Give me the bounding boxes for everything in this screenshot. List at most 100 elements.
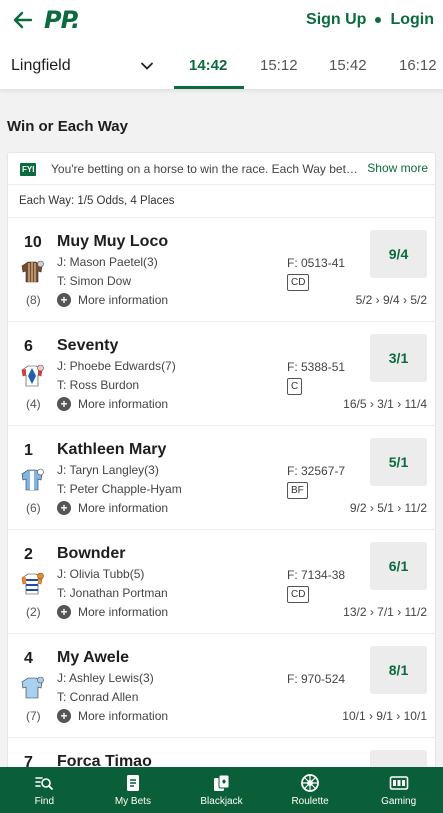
price-movement: 5/2 › 9/4 › 5/2	[355, 293, 427, 307]
price-movement: 9/2 › 5/1 › 11/2	[349, 501, 427, 515]
runner-badge: BF	[287, 482, 308, 499]
jockey-name: J: Taryn Langley(3)	[57, 463, 159, 477]
more-information-label: More information	[78, 293, 169, 307]
nav-gaming[interactable]: Gaming	[354, 767, 443, 813]
brand-logo[interactable]: PP.	[44, 6, 80, 34]
race-selector: Lingfield 14:42 15:12 15:42 16:12	[0, 42, 443, 90]
nav-label: Roulette	[291, 796, 329, 807]
trainer-name: T: Conrad Allen	[57, 690, 139, 704]
odds-value: 3/1	[388, 350, 409, 366]
runner-number: 2	[24, 546, 33, 563]
trainer-name: T: Simon Dow	[57, 274, 132, 288]
chevron-down-icon[interactable]	[140, 59, 154, 73]
nav-find[interactable]: Find	[0, 767, 89, 813]
roulette-wheel-icon	[301, 774, 319, 792]
nav-blackjack[interactable]: Blackjack	[177, 767, 266, 813]
runner-form: F: 0513-41	[287, 256, 346, 270]
runner-draw: (7)	[26, 709, 41, 723]
runner-form: F: 5388-51	[287, 360, 346, 374]
more-information-label: More information	[78, 605, 169, 619]
odds-button[interactable]: 5/1	[370, 438, 427, 486]
runner-row: 10 (8) Muy Muy Loco J: Mason Paetel(3) T…	[8, 218, 435, 322]
brand-logo-text: PP	[44, 6, 72, 34]
horse-name: Bownder	[57, 545, 126, 562]
odds-value: 9/4	[388, 246, 409, 262]
bet-slip-icon	[126, 775, 139, 791]
separator-dot	[375, 17, 382, 23]
app-root: PP. Sign Up Login Lingfield 14:42 15:12 …	[0, 0, 443, 813]
sign-up-link[interactable]: Sign Up	[306, 11, 366, 29]
odds-value: 5/1	[388, 454, 409, 470]
login-link[interactable]: Login	[390, 11, 434, 29]
runner-form: F: 7134-38	[287, 568, 346, 582]
active-tab-indicator	[174, 86, 244, 89]
odds-value: 6/1	[388, 558, 409, 574]
runner-number: 4	[24, 650, 33, 667]
jockey-silk-icon	[21, 676, 44, 699]
nav-label: Blackjack	[200, 796, 243, 807]
runner-badge: CD	[287, 274, 310, 291]
jockey-name: J: Ashley Lewis(3)	[57, 671, 154, 685]
runner-form: F: 32567-7	[287, 464, 346, 478]
fyi-badge: FYI	[20, 163, 37, 176]
fyi-text: You're betting on a horse to win the rac…	[51, 162, 363, 176]
horse-name: My Awele	[57, 649, 130, 666]
trainer-name: T: Peter Chapple-Hyam	[57, 482, 182, 496]
back-arrow-icon[interactable]	[12, 9, 34, 31]
tab-race-time[interactable]: 15:12	[260, 57, 298, 74]
plus-circle-icon: +	[57, 709, 71, 723]
jockey-name: J: Mason Paetel(3)	[57, 255, 158, 269]
bottom-navigation: Find My Bets Blackjack Roulette Gaming	[0, 767, 443, 813]
each-way-terms: Each Way: 1/5 Odds, 4 Places	[19, 195, 175, 207]
tab-race-time[interactable]: 16:12	[399, 57, 437, 74]
horse-name: Seventy	[57, 337, 119, 354]
runner-draw: (2)	[26, 605, 41, 619]
runner-form: F: 970-524	[287, 672, 346, 686]
odds-button[interactable]: 8/1	[370, 646, 427, 694]
horse-name: Muy Muy Loco	[57, 233, 169, 250]
nav-label: Find	[34, 796, 55, 807]
jockey-silk-icon	[21, 468, 44, 491]
show-more-link[interactable]: Show more	[367, 161, 428, 175]
plus-circle-icon: +	[57, 501, 71, 515]
plus-circle-icon: +	[57, 605, 71, 619]
odds-button[interactable]: 9/4	[370, 230, 427, 278]
more-information-button[interactable]: + More information	[57, 293, 168, 307]
nav-my-bets[interactable]: My Bets	[89, 767, 178, 813]
tab-race-time[interactable]: 14:42	[189, 57, 227, 74]
more-information-label: More information	[78, 397, 169, 411]
runner-number: 10	[24, 234, 42, 251]
venue-dropdown[interactable]: Lingfield	[11, 57, 71, 75]
plus-circle-icon: +	[57, 397, 71, 411]
runner-badge: CD	[287, 586, 310, 603]
more-information-button[interactable]: + More information	[57, 397, 168, 411]
plus-circle-icon: +	[57, 293, 71, 307]
tab-race-time[interactable]: 15:42	[329, 57, 367, 74]
runner-row: 1 (6) Kathleen Mary J: Taryn Langley(3) …	[8, 426, 435, 530]
each-way-terms-row: Each Way: 1/5 Odds, 4 Places	[8, 185, 435, 218]
runner-row: 2 (2) Bownder J: Olivia Tubb(5) T: Jonat…	[8, 530, 435, 634]
nav-label: Gaming	[381, 796, 417, 807]
runner-row: 6 (4) Seventy J: Phoebe Edwards(7) T: Ro…	[8, 322, 435, 426]
cards-icon	[214, 774, 230, 791]
jockey-silk-icon	[21, 364, 44, 387]
more-information-button[interactable]: + More information	[57, 501, 168, 515]
runner-number: 1	[24, 442, 33, 459]
runner-draw: (8)	[26, 293, 41, 307]
jockey-silk-icon	[21, 572, 44, 595]
price-movement: 10/1 › 9/1 › 10/1	[342, 709, 427, 723]
horse-name: Kathleen Mary	[57, 441, 167, 458]
fyi-banner: FYI You're betting on a horse to win the…	[8, 153, 435, 185]
odds-button[interactable]: 6/1	[370, 542, 427, 590]
more-information-button[interactable]: + More information	[57, 709, 168, 723]
odds-button[interactable]: 3/1	[370, 334, 427, 382]
runner-draw: (6)	[26, 501, 41, 515]
slot-machine-icon	[389, 776, 408, 790]
auth-links: Sign Up Login	[306, 11, 434, 29]
market-title: Win or Each Way	[7, 118, 128, 135]
nav-label: My Bets	[114, 796, 151, 807]
more-information-button[interactable]: + More information	[57, 605, 168, 619]
nav-roulette[interactable]: Roulette	[266, 767, 355, 813]
more-information-label: More information	[78, 501, 169, 515]
runner-badge: C	[287, 378, 303, 395]
